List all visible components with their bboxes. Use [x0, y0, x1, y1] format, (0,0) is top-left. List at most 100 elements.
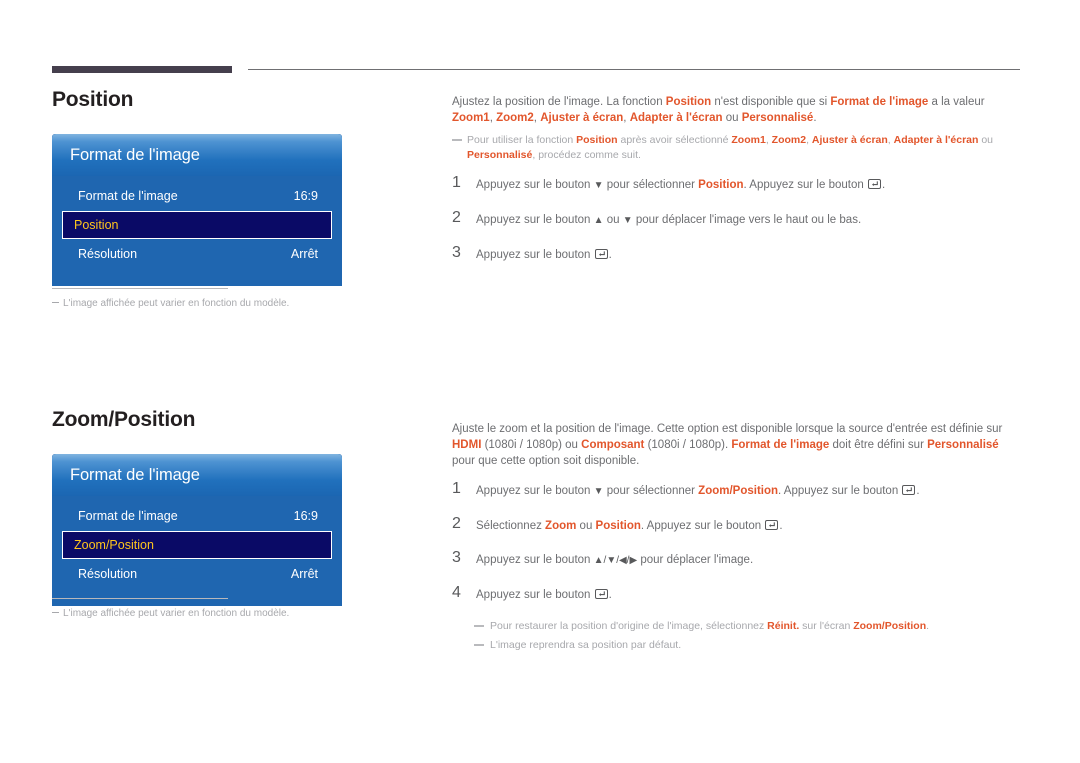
direction-pad-arrows-icon: ▲/▼/◀/▶: [593, 555, 638, 566]
desc-term-zoom1: Zoom1: [452, 112, 490, 124]
bottom-notes: Pour restaurer la position d'origine de …: [452, 619, 1020, 653]
osd-menu-panel-position: Format de l'image Format de l'image 16:9…: [52, 134, 342, 286]
bottom-note-default-position: L'image reprendra sa position par défaut…: [452, 638, 1020, 653]
osd-row-resolution[interactable]: Résolution Arrêt: [66, 240, 328, 268]
left-footnote-rule: [52, 288, 228, 289]
step-text-part: Sélectionnez: [476, 520, 546, 532]
osd-row-zoom-position[interactable]: Zoom/Position: [62, 531, 332, 559]
left-footnote-text: L'image affichée peut varier en fonction…: [63, 298, 290, 309]
step-term-position: Position: [595, 520, 641, 532]
desc-term-adapter: Adapter à l'écran: [629, 112, 723, 124]
step-item: 3 Appuyez sur le bouton .: [452, 245, 1020, 263]
desc-term-hdmi: HDMI: [452, 439, 482, 451]
dash-icon: [52, 612, 59, 613]
note-term-reinit: Réinit.: [767, 620, 800, 632]
note-text: .: [926, 620, 930, 632]
step-number: 1: [452, 174, 461, 191]
header-thin-rule: [248, 69, 1020, 70]
left-footnote-text-wrap: L'image affichée peut varier en fonction…: [52, 608, 289, 619]
note-text: ou: [978, 134, 994, 146]
step-text-part: pour déplacer l'image.: [637, 554, 754, 566]
note-term-ajuster: Ajuster à écran: [811, 134, 888, 146]
step-item: 1 Appuyez sur le bouton ▼ pour sélection…: [452, 481, 1020, 500]
desc-text: pour que cette option soit disponible.: [452, 455, 640, 467]
page-header-rules: [0, 0, 1080, 80]
osd-row-label: Résolution: [78, 247, 138, 261]
osd-row-position[interactable]: Position: [62, 211, 332, 239]
step-text-part: . Appuyez sur le bouton: [778, 485, 902, 497]
page-title-position: Position: [52, 88, 134, 111]
desc-text: n'est disponible que si: [711, 96, 831, 108]
desc-text: .: [813, 112, 817, 124]
osd-row-label: Format de l'image: [78, 189, 178, 203]
left-footnote-text-wrap: L'image affichée peut varier en fonction…: [52, 298, 289, 309]
step-text-part: .: [916, 485, 920, 497]
desc-term-personnalise: Personnalisé: [927, 439, 999, 451]
left-footnote-position: L'image affichée peut varier en fonction…: [52, 288, 289, 309]
osd-row-label: Zoom/Position: [74, 538, 154, 552]
desc-term-ajuster: Ajuster à écran: [540, 112, 624, 124]
step-text: Appuyez sur le bouton ▼ pour sélectionne…: [476, 175, 885, 194]
left-footnote-text: L'image affichée peut varier en fonction…: [63, 608, 290, 619]
osd-row-resolution[interactable]: Résolution Arrêt: [66, 560, 328, 588]
desc-text: Ajustez la position de l'image. La fonct…: [452, 96, 666, 108]
arrow-down-icon: ▼: [593, 486, 604, 497]
step-text-part: Appuyez sur le bouton: [476, 249, 594, 261]
description-column-zoom-position: Ajuste le zoom et la position de l'image…: [452, 421, 1020, 653]
desc-text: a la valeur: [928, 96, 985, 108]
desc-term-composant: Composant: [581, 439, 645, 451]
step-number: 2: [452, 209, 461, 226]
osd-header-title: Format de l'image: [70, 465, 200, 484]
osd-row-format-de-l-image[interactable]: Format de l'image 16:9: [66, 182, 328, 210]
desc-term-personnalise: Personnalisé: [741, 112, 814, 124]
arrow-down-icon: ▼: [593, 180, 604, 191]
description-column-position: Ajustez la position de l'image. La fonct…: [452, 94, 1020, 279]
osd-row-value: 16:9: [293, 189, 318, 203]
arrow-up-icon: ▲: [593, 215, 604, 226]
note-term-zoom1: Zoom1: [731, 134, 766, 146]
note-term-zoom2: Zoom2: [771, 134, 807, 146]
step-term-zoom-position: Zoom/Position: [698, 485, 779, 497]
note-term-zoom-position: Zoom/Position: [853, 620, 927, 632]
step-text-part: Appuyez sur le bouton: [476, 589, 594, 601]
step-text: Appuyez sur le bouton ▲ ou ▼ pour déplac…: [476, 210, 861, 229]
left-footnote-zoom-position: L'image affichée peut varier en fonction…: [52, 598, 289, 619]
step-text: Appuyez sur le bouton ▲/▼/◀/▶ pour dépla…: [476, 550, 753, 569]
osd-header-title: Format de l'image: [70, 145, 200, 164]
osd-menu-panel-zoom-position: Format de l'image Format de l'image 16:9…: [52, 454, 342, 606]
enter-key-icon: [594, 588, 608, 599]
enter-key-icon: [902, 484, 916, 495]
note-text: , procédez comme suit.: [532, 149, 641, 161]
note-term-adapter: Adapter à l'écran: [893, 134, 979, 146]
description-paragraph: Ajustez la position de l'image. La fonct…: [452, 94, 1020, 126]
step-text-part: Appuyez sur le bouton: [476, 214, 594, 226]
step-text-part: ou: [576, 520, 596, 532]
step-item: 4 Appuyez sur le bouton .: [452, 585, 1020, 603]
dash-icon: [52, 302, 59, 303]
step-text: Appuyez sur le bouton .: [476, 585, 612, 603]
left-footnote-rule: [52, 598, 228, 599]
enter-key-icon: [594, 248, 608, 259]
osd-row-value: Arrêt: [290, 247, 318, 261]
note-text: L'image reprendra sa position par défaut…: [490, 639, 682, 651]
dash-icon: [452, 139, 462, 141]
osd-row-value: 16:9: [293, 509, 318, 523]
desc-text: (1080i / 1080p).: [644, 439, 732, 451]
step-number: 1: [452, 480, 461, 497]
step-term-zoom: Zoom: [545, 520, 577, 532]
step-text-part: .: [779, 520, 783, 532]
arrow-down-icon: ▼: [622, 215, 633, 226]
step-item: 2 Appuyez sur le bouton ▲ ou ▼ pour dépl…: [452, 210, 1020, 229]
note-text: après avoir sélectionné: [617, 134, 732, 146]
step-text: Sélectionnez Zoom ou Position. Appuyez s…: [476, 516, 783, 534]
header-dark-rule: [52, 66, 232, 73]
desc-text: Ajuste le zoom et la position de l'image…: [452, 423, 1003, 435]
enter-key-icon: [867, 178, 881, 189]
step-text-part: pour sélectionner: [603, 179, 699, 191]
osd-row-format-de-l-image[interactable]: Format de l'image 16:9: [66, 502, 328, 530]
step-text-part: ou: [603, 214, 623, 226]
step-number: 2: [452, 515, 461, 532]
step-text: Appuyez sur le bouton .: [476, 245, 612, 263]
osd-body: Format de l'image 16:9 Zoom/Position Rés…: [52, 496, 342, 588]
desc-term-format: Format de l'image: [731, 439, 830, 451]
